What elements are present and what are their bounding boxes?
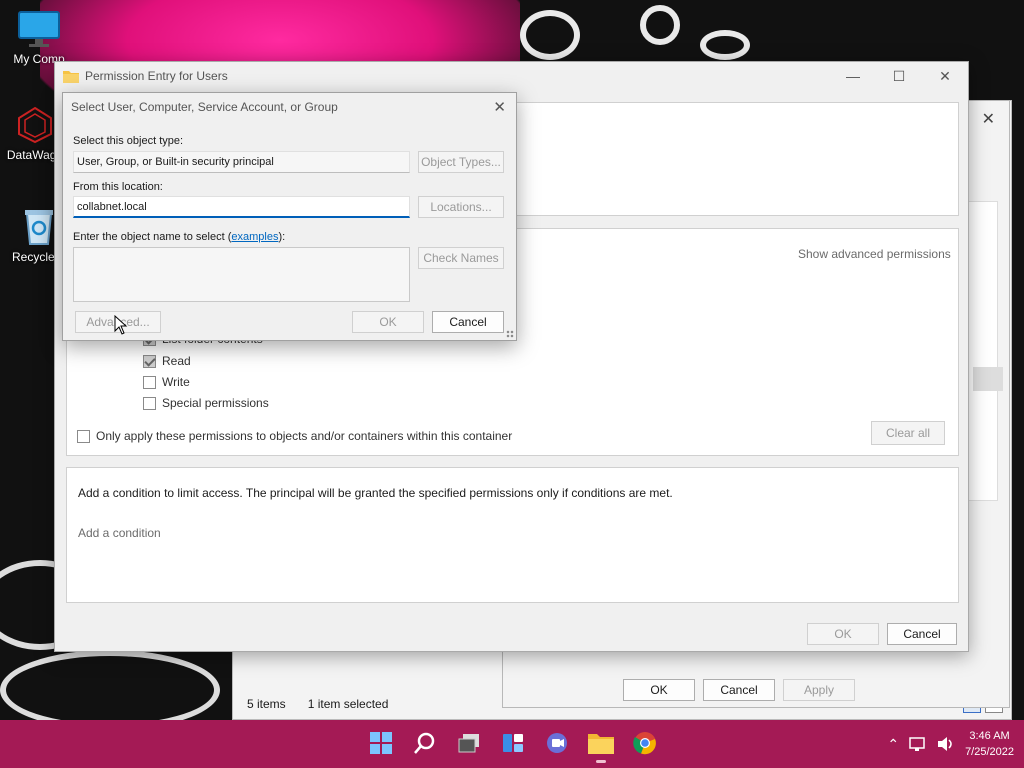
datawago-icon (18, 106, 52, 144)
chevron-up-icon[interactable]: ⌃ (887, 736, 899, 753)
only-apply-label: Only apply these permissions to objects … (96, 429, 513, 443)
resize-grip-icon[interactable] (506, 330, 514, 338)
cancel-button[interactable]: Cancel (887, 623, 957, 645)
properties-ok-button[interactable]: OK (623, 679, 695, 701)
select-user-dialog: Select User, Computer, Service Account, … (62, 92, 517, 341)
checkbox[interactable] (143, 396, 156, 410)
system-tray: ⌃ 3:46 AM 7/25/2022 (887, 720, 1014, 768)
object-name-label: Enter the object name to select (example… (73, 231, 285, 243)
permission-label: Read (162, 354, 191, 368)
show-advanced-permissions-link[interactable]: Show advanced permissions (798, 247, 951, 261)
dialog-title: Select User, Computer, Service Account, … (71, 100, 338, 114)
search-icon[interactable] (410, 728, 440, 758)
wallpaper-shape (700, 30, 750, 60)
object-types-button[interactable]: Object Types... (418, 151, 504, 173)
properties-apply-button[interactable]: Apply (783, 679, 855, 701)
chrome-icon[interactable] (630, 728, 660, 758)
permission-label: Write (162, 375, 190, 389)
properties-panel-highlight (973, 367, 1003, 391)
dialog-cancel-button[interactable]: Cancel (432, 311, 504, 333)
network-icon[interactable] (909, 736, 927, 752)
close-icon[interactable]: ✕ (922, 62, 968, 90)
monitor-icon (18, 11, 60, 47)
clock-date: 7/25/2022 (965, 746, 1014, 758)
check-names-button[interactable]: Check Names (418, 247, 504, 269)
properties-cancel-button[interactable]: Cancel (703, 679, 775, 701)
clock-time: 3:46 AM (969, 730, 1010, 742)
maximize-icon[interactable]: ☐ (876, 62, 922, 90)
examples-link[interactable]: examples (231, 231, 278, 243)
wallpaper-shape (0, 650, 220, 720)
condition-description: Add a condition to limit access. The pri… (78, 486, 673, 500)
close-icon[interactable]: ✕ (493, 98, 506, 116)
only-apply-checkbox-row[interactable]: Only apply these permissions to objects … (77, 429, 512, 443)
permission-label: Special permissions (162, 396, 269, 410)
location-label: From this location: (73, 181, 163, 193)
locations-button[interactable]: Locations... (418, 196, 504, 218)
checkbox[interactable] (143, 354, 156, 368)
volume-icon[interactable] (937, 736, 955, 752)
taskbar: ⌃ 3:46 AM 7/25/2022 (0, 720, 1024, 768)
ok-button[interactable]: OK (807, 623, 879, 645)
desktop-icon-my-computer[interactable]: My Comp (4, 10, 74, 66)
object-type-label: Select this object type: (73, 135, 184, 147)
teams-chat-icon[interactable] (542, 728, 572, 758)
checkbox[interactable] (77, 429, 90, 443)
widgets-icon[interactable] (498, 728, 528, 758)
add-condition-link[interactable]: Add a condition (78, 526, 161, 540)
recycle-bin-icon (25, 210, 53, 245)
permission-read[interactable]: Read (143, 354, 191, 368)
close-icon[interactable]: ✕ (982, 109, 995, 129)
task-view-icon[interactable] (454, 728, 484, 758)
file-explorer-icon[interactable] (586, 728, 616, 763)
permission-write[interactable]: Write (143, 375, 190, 389)
object-name-label-suffix: ): (278, 231, 286, 243)
object-name-label-prefix: Enter the object name to select ( (73, 231, 232, 243)
status-selected-count: 1 item selected (307, 697, 389, 711)
object-name-input[interactable] (73, 247, 410, 302)
checkbox[interactable] (143, 375, 156, 389)
minimize-icon[interactable]: — (830, 62, 876, 90)
status-item-count: 5 items (247, 697, 286, 711)
windows-start-icon[interactable] (366, 728, 396, 758)
condition-panel: Add a condition to limit access. The pri… (66, 467, 959, 603)
taskbar-apps (366, 728, 660, 763)
object-type-field: User, Group, or Built-in security princi… (73, 151, 410, 173)
window-title: Permission Entry for Users (85, 69, 228, 83)
location-field[interactable]: collabnet.local (73, 196, 410, 218)
permission-special[interactable]: Special permissions (143, 396, 269, 410)
clock[interactable]: 3:46 AM 7/25/2022 (965, 728, 1014, 760)
mouse-cursor-icon (114, 315, 128, 335)
wallpaper-shape (640, 5, 680, 45)
dialog-ok-button[interactable]: OK (352, 311, 424, 333)
clear-all-button[interactable]: Clear all (871, 421, 945, 445)
folder-icon (63, 71, 79, 83)
wallpaper-shape (520, 10, 580, 60)
